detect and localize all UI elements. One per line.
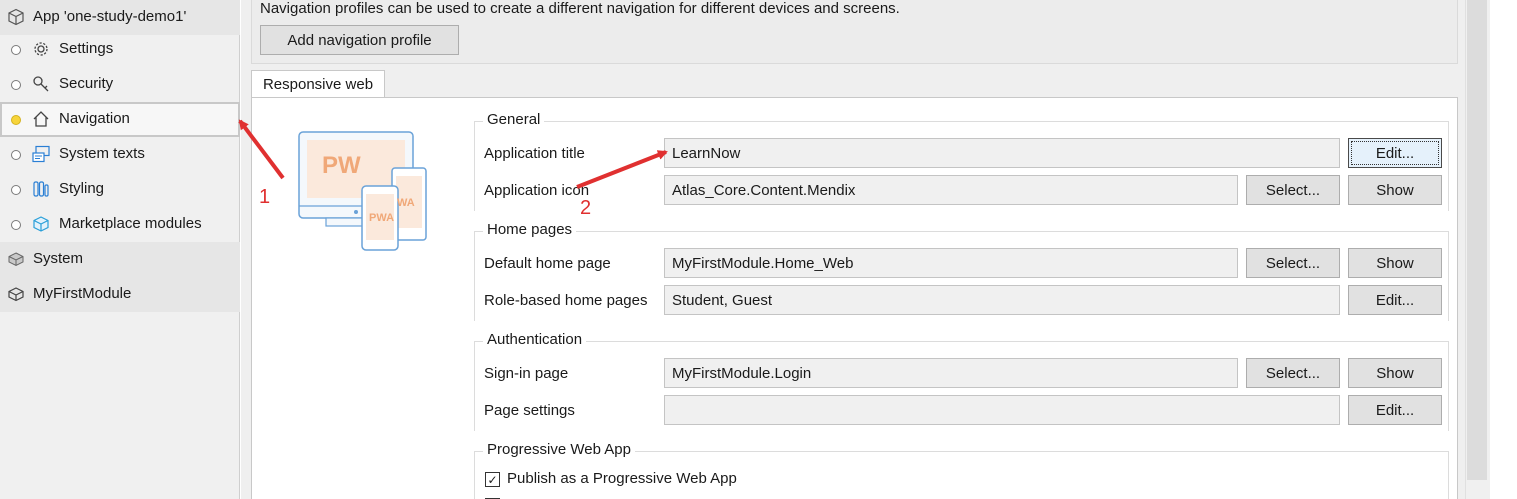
role-based-home-pages-label: Role-based home pages	[484, 292, 648, 309]
sidebar-item-label: Security	[59, 75, 114, 92]
sidebar-item-label: Marketplace modules	[59, 215, 202, 232]
scrollbar-thumb[interactable]	[1467, 0, 1487, 480]
sidebar-item-settings[interactable]: Settings	[0, 32, 240, 67]
styling-icon	[31, 179, 51, 199]
sidebar-item-label: System texts	[59, 145, 145, 162]
status-dot	[11, 150, 21, 160]
edit-role-based-home-pages-button[interactable]: Edit...	[1348, 285, 1442, 315]
tab-content: PW WA PWA General Application title Lear…	[251, 97, 1458, 499]
group-progressive-web-app: Progressive Web App ✓ Publish as a Progr…	[474, 441, 1449, 499]
status-dot	[11, 80, 21, 90]
sidebar-item-security[interactable]: Security	[0, 67, 240, 102]
group-general: General Application title LearnNow Edit.…	[474, 111, 1449, 211]
module-icon	[6, 249, 26, 269]
group-title: General	[483, 111, 545, 128]
tree-module-label: MyFirstModule	[33, 285, 132, 302]
group-title: Home pages	[483, 221, 577, 238]
sidebar-item-label: Navigation	[59, 110, 130, 127]
sidebar-item-marketplace-modules[interactable]: Marketplace modules	[0, 207, 240, 242]
publish-pwa-checkbox[interactable]: ✓	[485, 472, 500, 487]
sidebar-item-navigation[interactable]: Navigation	[0, 102, 240, 137]
gear-icon	[31, 39, 51, 59]
pwa-illustration: PW WA PWA	[294, 128, 434, 253]
text-icon	[31, 144, 51, 164]
box-icon	[31, 214, 51, 234]
show-default-home-page-button[interactable]: Show	[1348, 248, 1442, 278]
pwa-logo-text: PW	[322, 152, 361, 179]
group-home-pages: Home pages Default home page MyFirstModu…	[474, 221, 1449, 321]
profiles-panel: Navigation profiles can be used to creat…	[251, 0, 1458, 64]
sign-in-page-field[interactable]: MyFirstModule.Login	[664, 358, 1238, 388]
project-explorer: App 'one-study-demo1' Settings Security …	[0, 0, 240, 499]
publish-pwa-label: Publish as a Progressive Web App	[507, 470, 737, 487]
home-icon	[31, 109, 51, 129]
add-navigation-profile-button[interactable]: Add navigation profile	[260, 25, 459, 55]
tree-app-label: App 'one-study-demo1'	[33, 8, 187, 25]
select-default-home-page-button[interactable]: Select...	[1246, 248, 1340, 278]
svg-text:PWA: PWA	[369, 212, 394, 224]
sign-in-page-label: Sign-in page	[484, 365, 569, 382]
group-title: Authentication	[483, 331, 587, 348]
tree-module-label: System	[33, 250, 84, 267]
tree-app-root[interactable]: App 'one-study-demo1'	[0, 0, 240, 35]
edit-page-settings-button[interactable]: Edit...	[1348, 395, 1442, 425]
application-icon-field[interactable]: Atlas_Core.Content.Mendix	[664, 175, 1238, 205]
application-title-field[interactable]: LearnNow	[664, 138, 1340, 168]
status-dot-active	[11, 115, 21, 125]
page-settings-field[interactable]	[664, 395, 1340, 425]
sidebar-item-label: Styling	[59, 180, 105, 197]
status-dot	[11, 220, 21, 230]
edit-application-title-button[interactable]: Edit...	[1348, 138, 1442, 168]
annotation-marker-1: 1	[259, 186, 271, 208]
status-dot	[11, 45, 21, 55]
role-based-home-pages-field[interactable]: Student, Guest	[664, 285, 1340, 315]
show-application-icon-button[interactable]: Show	[1348, 175, 1442, 205]
group-authentication: Authentication Sign-in page MyFirstModul…	[474, 331, 1449, 431]
status-dot	[11, 185, 21, 195]
default-home-page-label: Default home page	[484, 255, 611, 272]
select-application-icon-button[interactable]: Select...	[1246, 175, 1340, 205]
page-settings-label: Page settings	[484, 402, 575, 419]
tree-module-myfirstmodule[interactable]: MyFirstModule	[0, 277, 240, 312]
sidebar-item-system-texts[interactable]: System texts	[0, 137, 240, 172]
tab-responsive-web[interactable]: Responsive web	[251, 70, 385, 98]
module-icon	[6, 284, 26, 304]
window-margin	[1490, 0, 1517, 499]
sidebar-item-styling[interactable]: Styling	[0, 172, 240, 207]
application-title-label: Application title	[484, 145, 585, 162]
annotation-marker-2: 2	[580, 197, 592, 219]
cube-icon	[6, 7, 26, 27]
select-sign-in-page-button[interactable]: Select...	[1246, 358, 1340, 388]
sidebar-item-label: Settings	[59, 40, 114, 57]
group-title: Progressive Web App	[483, 441, 635, 458]
show-sign-in-page-button[interactable]: Show	[1348, 358, 1442, 388]
default-home-page-field[interactable]: MyFirstModule.Home_Web	[664, 248, 1238, 278]
info-text: Navigation profiles can be used to creat…	[260, 0, 900, 17]
application-icon-label: Application icon	[484, 182, 590, 199]
svg-text:WA: WA	[397, 197, 415, 209]
navigation-editor: Navigation profiles can be used to creat…	[241, 0, 1465, 499]
tree-module-system[interactable]: System	[0, 242, 240, 277]
key-icon	[31, 74, 51, 94]
